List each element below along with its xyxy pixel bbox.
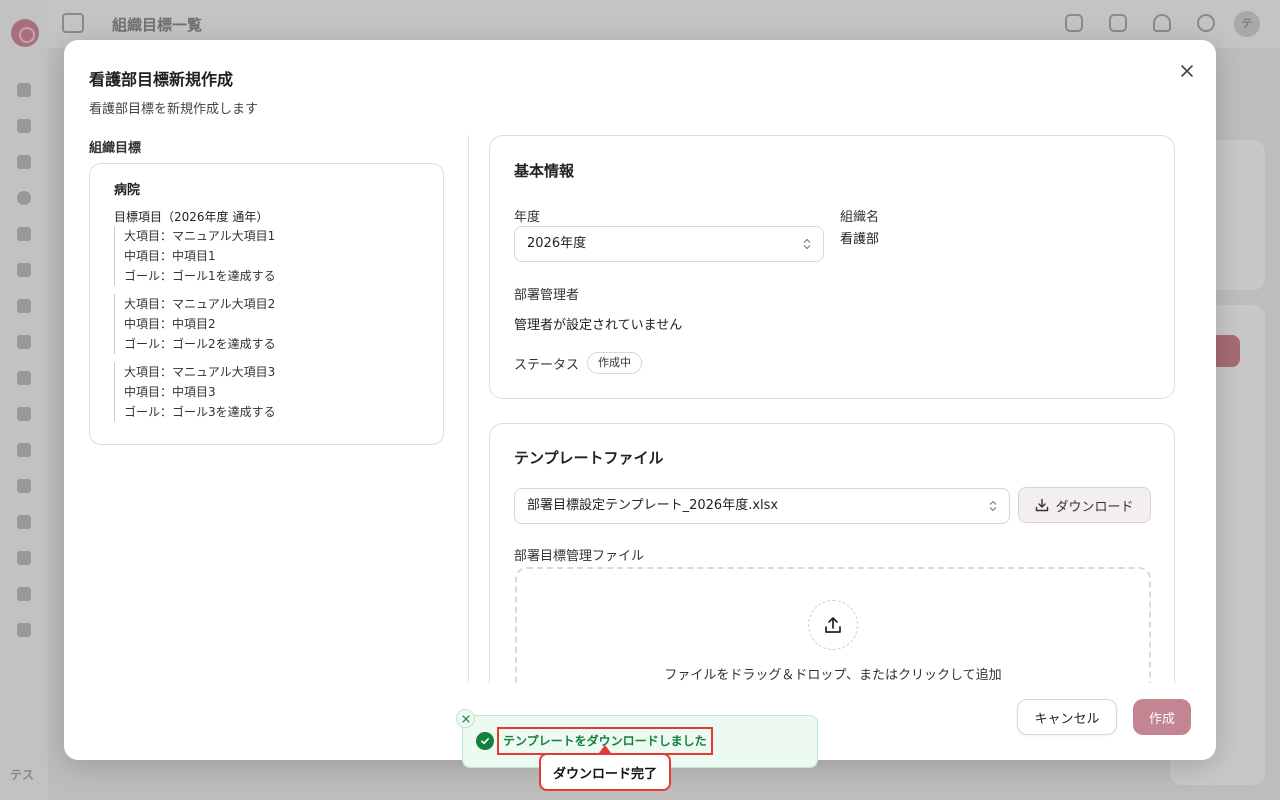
manager-label: 部署管理者: [514, 288, 580, 303]
goal-group: 大項目：マニュアル大項目3 中項目：中項目3 ゴール：ゴール3を達成する: [114, 362, 276, 422]
basic-info-title: 基本情報: [514, 162, 575, 180]
background-page-title: 組織目標一覧: [112, 16, 203, 34]
goal-major: 大項目：マニュアル大項目1: [124, 229, 276, 243]
year-select-value: 2026年度: [527, 236, 587, 251]
upload-button[interactable]: [808, 600, 858, 650]
nav-user2-icon: [17, 263, 31, 277]
manager-value: 管理者が設定されていません: [514, 318, 683, 333]
file-dropzone[interactable]: ファイルをドラッグ＆ドロップ、またはクリックして追加: [515, 567, 1151, 683]
sidebar-toggle-icon: [62, 13, 84, 33]
goal-major: 大項目：マニュアル大項目2: [124, 297, 276, 311]
org-name: 病院: [114, 183, 141, 198]
nav-chat-icon: [17, 191, 31, 205]
goal-goal: ゴール：ゴール3を達成する: [124, 405, 276, 419]
column-divider: [468, 135, 469, 683]
nav-user-edit-icon: [17, 407, 31, 421]
goal-middle: 中項目：中項目1: [124, 249, 216, 263]
nav-user-icon: [17, 119, 31, 133]
status-badge: 作成中: [587, 352, 642, 374]
check-circle-icon: [476, 732, 494, 750]
nav-check-icon: [17, 335, 31, 349]
nav-list-icon: [17, 227, 31, 241]
create-goal-dialog: 看護部目標新規作成 看護部目標を新規作成します 組織目標 病院 目標項目（202…: [64, 40, 1216, 760]
nav-clipboard-icon: [17, 479, 31, 493]
goal-group: 大項目：マニュアル大項目1 中項目：中項目1 ゴール：ゴール1を達成する: [114, 226, 276, 286]
nav-document-icon: [17, 83, 31, 97]
nav-calendar-icon: [17, 155, 31, 169]
goal-group: 大項目：マニュアル大項目2 中項目：中項目2 ゴール：ゴール2を達成する: [114, 294, 276, 354]
basic-info-card: 基本情報 年度 2026年度 組織名 看護部 部署管理者 管理者が設定されていま…: [489, 135, 1175, 399]
org-goals-card: 病院 目標項目（2026年度 通年） 大項目：マニュアル大項目1 中項目：中項目…: [89, 163, 444, 445]
callout-label: ダウンロード完了: [539, 753, 671, 791]
download-icon: [1036, 498, 1049, 512]
goal-middle: 中項目：中項目3: [124, 385, 216, 399]
template-card: テンプレートファイル 部署目標設定テンプレート_2026年度.xlsx ダウンロ…: [489, 423, 1175, 683]
callout-arrow: [599, 745, 611, 753]
nav-chart-icon: [17, 587, 31, 601]
toast-close-button[interactable]: [456, 709, 475, 728]
close-icon: [1181, 65, 1193, 77]
chevron-updown-icon: [803, 238, 811, 250]
app-logo: [11, 19, 39, 47]
bell-icon: [1153, 14, 1171, 32]
goal-period: 目標項目（2026年度 通年）: [114, 210, 269, 224]
org-goals-label: 組織目標: [89, 141, 142, 156]
nav-user-settings-icon: [17, 515, 31, 529]
dialog-subtitle: 看護部目標を新規作成します: [89, 102, 259, 117]
goal-goal: ゴール：ゴール2を達成する: [124, 337, 276, 351]
background-sidebar: テス: [0, 0, 48, 800]
user-initials: テス: [10, 768, 35, 782]
nav-users-icon: [17, 371, 31, 385]
form-scroll-area[interactable]: 基本情報 年度 2026年度 組織名 看護部 部署管理者 管理者が設定されていま…: [489, 135, 1175, 683]
nav-upload-icon: [17, 623, 31, 637]
nav-file-icon: [17, 299, 31, 313]
dialog-title: 看護部目標新規作成: [89, 70, 234, 89]
year-select[interactable]: 2026年度: [514, 226, 824, 262]
year-label: 年度: [514, 210, 541, 225]
template-select-value: 部署目標設定テンプレート_2026年度.xlsx: [527, 498, 779, 513]
template-select[interactable]: 部署目標設定テンプレート_2026年度.xlsx: [514, 488, 1010, 524]
chevron-updown-icon: [989, 500, 997, 512]
nav-users2-icon: [17, 443, 31, 457]
close-button[interactable]: [1174, 58, 1200, 84]
template-title: テンプレートファイル: [514, 449, 664, 467]
close-icon: [461, 714, 470, 723]
chat-icon: [1197, 14, 1215, 32]
cancel-button[interactable]: キャンセル: [1017, 699, 1117, 735]
nav-file2-icon: [17, 551, 31, 565]
file-label: 部署目標管理ファイル: [514, 549, 645, 564]
create-button[interactable]: 作成: [1133, 699, 1191, 735]
org-name-label: 組織名: [840, 210, 880, 225]
dropzone-text: ファイルをドラッグ＆ドロップ、またはクリックして追加: [664, 668, 1002, 683]
upload-icon: [825, 617, 841, 633]
status-label: ステータス: [514, 358, 580, 373]
download-button[interactable]: ダウンロード: [1018, 487, 1151, 523]
calendar-icon: [1109, 14, 1127, 32]
org-name-value: 看護部: [840, 232, 880, 247]
goal-major: 大項目：マニュアル大項目3: [124, 365, 276, 379]
download-button-label: ダウンロード: [1055, 499, 1134, 515]
message-icon: [1065, 14, 1083, 32]
goal-middle: 中項目：中項目2: [124, 317, 216, 331]
goal-goal: ゴール：ゴール1を達成する: [124, 269, 276, 283]
avatar: テ: [1234, 11, 1260, 37]
